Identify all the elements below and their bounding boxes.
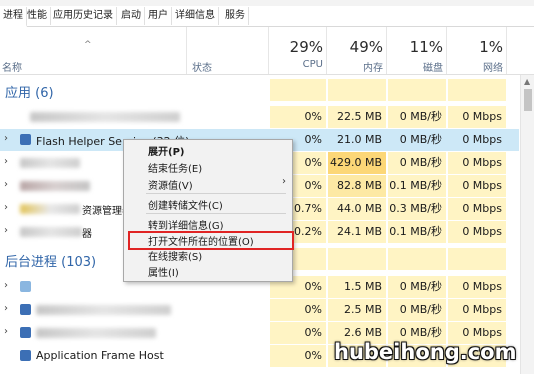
group-title-background: 后台进程 (103) — [5, 255, 97, 270]
chevron-right-icon[interactable]: › — [4, 303, 8, 314]
column-divider — [186, 27, 187, 74]
menu-item-search-online[interactable]: 在线搜索(S) — [148, 248, 202, 263]
redacted-process-name — [36, 305, 171, 315]
tab-details[interactable]: 详细信息 — [172, 7, 219, 25]
menu-separator — [146, 213, 286, 214]
menu-item-expand[interactable]: 展开(P) — [148, 143, 184, 158]
redacted-process-name — [20, 204, 80, 214]
scroll-up-icon[interactable]: ▲ — [524, 77, 530, 86]
tab-startup[interactable]: 启动 — [118, 7, 145, 25]
process-icon — [20, 350, 31, 361]
process-icon — [20, 327, 31, 338]
column-name[interactable]: 名称 — [2, 59, 22, 74]
column-disk[interactable]: 磁盘 — [387, 59, 443, 74]
tab-app-history[interactable]: 应用历史记录 — [50, 7, 117, 25]
process-name: 器 — [82, 229, 92, 240]
column-divider — [386, 27, 387, 74]
vertical-scrollbar[interactable]: ▲ — [520, 75, 534, 374]
column-divider — [506, 27, 507, 74]
menu-item-create-dump[interactable]: 创建转储文件(C) — [148, 197, 223, 212]
column-divider — [446, 27, 447, 74]
submenu-arrow-icon: › — [282, 176, 286, 187]
table-row[interactable]: 0% 22.5 MB 0 MB/秒 0 Mbps — [0, 106, 519, 128]
redacted-process-name — [20, 227, 82, 237]
tab-users[interactable]: 用户 — [145, 7, 172, 25]
network-total-percent[interactable]: 1% — [447, 38, 503, 56]
window-title-strip — [0, 0, 534, 6]
highlight-box — [128, 231, 294, 250]
chevron-right-icon[interactable]: › — [4, 280, 8, 291]
context-menu: 展开(P) 结束任务(E) 资源值(V) › 创建转储文件(C) 转到详细信息(… — [123, 139, 293, 282]
watermark: hubeihong.com — [334, 340, 517, 364]
redacted-process-name — [20, 158, 80, 168]
column-divider — [268, 27, 269, 74]
menu-separator — [146, 193, 286, 194]
chevron-right-icon[interactable]: › — [4, 133, 8, 144]
process-icon — [20, 281, 31, 292]
menu-item-properties[interactable]: 属性(I) — [148, 264, 179, 279]
process-icon — [20, 304, 31, 315]
redacted-process-name — [30, 112, 180, 122]
chevron-right-icon[interactable]: › — [4, 202, 8, 213]
column-cpu[interactable]: CPU — [270, 59, 323, 70]
redacted-process-name — [36, 328, 156, 338]
column-header: ^ 名称 状态 29% CPU 49% 内存 11% 磁盘 1% 网络 — [0, 27, 534, 75]
cpu-total-percent[interactable]: 29% — [270, 38, 323, 56]
group-header-apps: 应用 (6) — [0, 79, 519, 103]
chevron-right-icon[interactable]: › — [4, 179, 8, 190]
column-memory[interactable]: 内存 — [327, 59, 383, 74]
sort-arrow-icon: ^ — [84, 40, 92, 50]
tab-strip: 进程 性能 应用历史记录 启动 用户 详细信息 服务 — [0, 7, 534, 27]
process-name: Application Frame Host — [36, 349, 164, 362]
group-title-apps: 应用 (6) — [5, 86, 54, 101]
table-row[interactable]: › 0% 2.5 MB 0 MB/秒 0 Mbps — [0, 299, 519, 321]
tab-performance[interactable]: 性能 — [24, 7, 51, 25]
menu-item-go-to-details[interactable]: 转到详细信息(G) — [148, 217, 224, 232]
column-network[interactable]: 网络 — [447, 59, 503, 74]
memory-total-percent[interactable]: 49% — [327, 38, 383, 56]
menu-item-resource-values[interactable]: 资源值(V) — [148, 177, 193, 192]
chevron-right-icon[interactable]: › — [4, 156, 8, 167]
column-divider — [326, 27, 327, 74]
redacted-process-name — [20, 181, 90, 191]
menu-item-end-task[interactable]: 结束任务(E) — [148, 160, 202, 175]
chevron-right-icon[interactable]: › — [4, 326, 8, 337]
scrollbar-thumb[interactable] — [524, 89, 532, 111]
disk-total-percent[interactable]: 11% — [387, 38, 443, 56]
chevron-right-icon[interactable]: › — [4, 225, 8, 236]
service-icon — [20, 134, 31, 145]
tab-processes[interactable]: 进程 — [0, 7, 27, 27]
tab-services[interactable]: 服务 — [222, 7, 249, 25]
column-status[interactable]: 状态 — [192, 59, 212, 74]
